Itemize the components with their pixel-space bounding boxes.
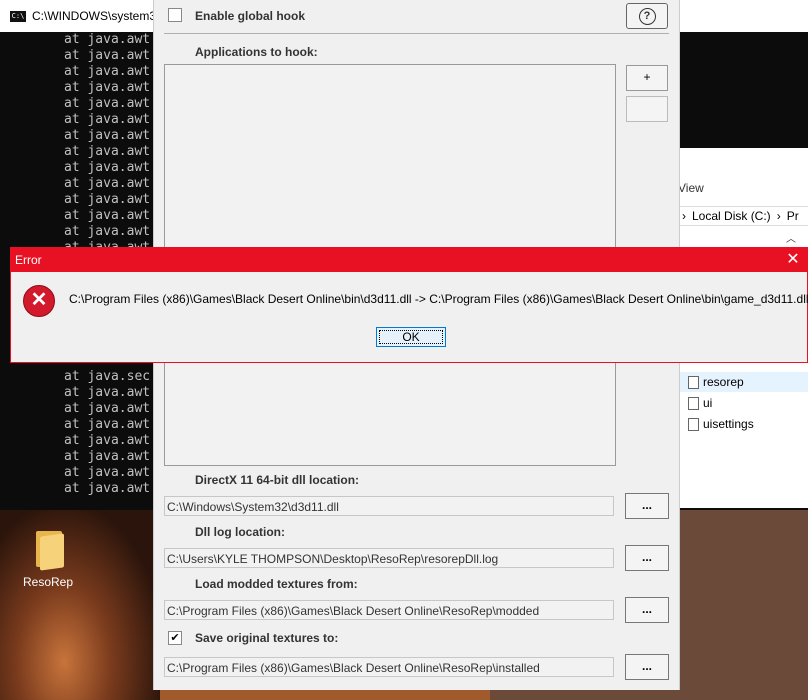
console-line: at java.awt bbox=[64, 449, 151, 464]
chevron-right-icon: › bbox=[682, 209, 686, 223]
ok-button[interactable]: OK bbox=[376, 327, 446, 347]
console-output-lower: at java.sec at java.awt at java.awt at j… bbox=[0, 369, 160, 497]
console-line: at java.awt bbox=[64, 401, 151, 416]
save-original-checkbox[interactable]: ✔ bbox=[168, 631, 182, 645]
console-line: at java.awt bbox=[64, 64, 151, 79]
help-button[interactable]: ? bbox=[626, 3, 668, 29]
browse-dll-log-button[interactable]: ... bbox=[625, 545, 669, 571]
address-segment[interactable]: Pr bbox=[787, 209, 799, 223]
console-line: at java.awt bbox=[64, 192, 151, 207]
close-icon[interactable]: ✕ bbox=[783, 250, 803, 270]
console-line: at java.awt bbox=[64, 112, 151, 127]
list-item-label: ui bbox=[703, 396, 713, 410]
browse-dx11-button[interactable]: ... bbox=[625, 493, 669, 519]
console-line: at java.awt bbox=[64, 465, 151, 480]
console-line: at java.awt bbox=[64, 160, 151, 175]
add-application-button[interactable]: + bbox=[626, 65, 668, 91]
chevron-up-icon[interactable]: ︿ bbox=[786, 230, 796, 245]
error-titlebar[interactable]: Error ✕ bbox=[11, 248, 807, 272]
console-line: at java.awt bbox=[64, 224, 151, 239]
folder-icon bbox=[32, 527, 64, 571]
dll-log-field[interactable]: C:\Users\KYLE THOMPSON\Desktop\ResoRep\r… bbox=[164, 548, 614, 568]
address-segment[interactable]: Local Disk (C:) bbox=[692, 209, 771, 223]
console-line: at java.awt bbox=[64, 433, 151, 448]
dx11-location-field[interactable]: C:\Windows\System32\d3d11.dll bbox=[164, 496, 614, 516]
view-tab[interactable]: View bbox=[678, 181, 704, 195]
console-line: at java.awt bbox=[64, 128, 151, 143]
console-line: at java.awt bbox=[64, 385, 151, 400]
enable-global-hook-checkbox[interactable] bbox=[168, 8, 182, 22]
divider bbox=[164, 33, 669, 34]
cmd-icon: C:\ bbox=[10, 10, 26, 22]
console-line: at java.awt bbox=[64, 80, 151, 95]
console-line: at java.awt bbox=[64, 208, 151, 223]
list-item[interactable]: resorep bbox=[676, 372, 808, 392]
error-icon: ✕ bbox=[23, 285, 55, 317]
desktop-wallpaper-strip bbox=[160, 690, 490, 700]
load-modded-label: Load modded textures from: bbox=[195, 577, 358, 591]
console-line: at java.awt bbox=[64, 176, 151, 191]
save-original-field[interactable]: C:\Program Files (x86)\Games\Black Deser… bbox=[164, 657, 614, 677]
console-title: C:\WINDOWS\system3 bbox=[32, 9, 157, 23]
desktop-icon-label: ResoRep bbox=[22, 575, 74, 589]
error-dialog[interactable]: Error ✕ ✕ C:\Program Files (x86)\Games\B… bbox=[10, 247, 808, 363]
list-item-label: resorep bbox=[703, 375, 744, 389]
remove-application-button[interactable] bbox=[626, 96, 668, 122]
desktop-icon-resorep[interactable]: ResoRep bbox=[18, 527, 78, 589]
list-item-label: uisettings bbox=[703, 417, 754, 431]
file-icon bbox=[688, 375, 699, 389]
console-line: at java.awt bbox=[64, 417, 151, 432]
chevron-right-icon: › bbox=[776, 209, 781, 223]
list-item[interactable]: uisettings bbox=[676, 414, 808, 434]
console-line: at java.awt bbox=[64, 481, 151, 496]
console-line: at java.awt bbox=[64, 144, 151, 159]
browse-modded-button[interactable]: ... bbox=[625, 597, 669, 623]
applications-label: Applications to hook: bbox=[195, 45, 318, 59]
console-line: at java.awt bbox=[64, 32, 151, 47]
load-modded-field[interactable]: C:\Program Files (x86)\Games\Black Deser… bbox=[164, 600, 614, 620]
console-line: at java.sec bbox=[64, 369, 151, 384]
save-original-label: Save original textures to: bbox=[195, 631, 339, 645]
file-icon bbox=[688, 396, 699, 410]
help-icon: ? bbox=[638, 7, 656, 25]
address-bar[interactable]: › Local Disk (C:) › Pr bbox=[676, 206, 808, 226]
dll-log-label: Dll log location: bbox=[195, 525, 285, 539]
error-message: C:\Program Files (x86)\Games\Black Deser… bbox=[69, 292, 808, 306]
error-title: Error bbox=[15, 253, 42, 267]
console-line: at java.awt bbox=[64, 48, 151, 63]
console-output-upper: at java.awt at java.awt at java.awt at j… bbox=[0, 32, 160, 256]
dx11-location-label: DirectX 11 64-bit dll location: bbox=[195, 473, 360, 487]
browse-save-original-button[interactable]: ... bbox=[625, 654, 669, 680]
file-icon bbox=[688, 417, 699, 431]
enable-global-hook-label: Enable global hook bbox=[195, 9, 306, 23]
console-line: at java.awt bbox=[64, 96, 151, 111]
list-item[interactable]: ui bbox=[676, 393, 808, 413]
